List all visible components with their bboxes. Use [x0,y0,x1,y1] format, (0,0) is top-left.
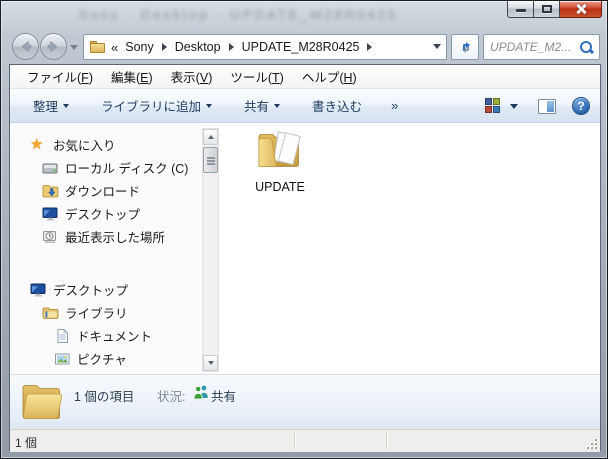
scroll-down-icon[interactable] [203,355,218,371]
command-toolbar: 整理 ライブラリに追加 共有 書き込む » ? [10,89,600,123]
sidebar-item-favorites[interactable]: ★ お気に入り [10,133,202,156]
share-button[interactable]: 共有 [235,91,289,120]
recent-pages-chevron-icon[interactable] [70,45,78,50]
shared-people-icon [193,384,210,399]
window-body: ファイル(F) 編集(E) 表示(V) ツール(T) ヘルプ(H) 整理 ライブ… [9,64,601,451]
title-bar[interactable]: Sony · Desktop · UPDATE_M28R0425 [1,1,607,29]
document-icon [54,328,71,344]
status-label: 状況: [157,386,185,405]
download-folder-icon [42,183,59,199]
minimize-icon [516,9,526,12]
sidebar-item-pictures[interactable]: ピクチャ [10,347,202,370]
toolbar-right-group: ? [485,89,590,123]
folder-with-files-icon [255,127,305,173]
address-folder-icon [90,41,105,53]
breadcrumb-item-sony[interactable]: Sony [120,40,159,54]
sidebar-item-libraries[interactable]: ライブラリ [10,301,202,324]
window-controls [507,1,602,18]
back-arrow-icon [13,34,38,59]
title-ghost-text: Sony · Desktop · UPDATE_M28R0425 [79,7,398,22]
menu-file[interactable]: ファイル(F) [18,64,102,89]
item-count-text: 1 個の項目 [74,386,134,405]
resize-grip[interactable] [586,438,598,450]
breadcrumb-item-desktop[interactable]: Desktop [170,40,226,54]
search-box [483,34,600,60]
breadcrumb-separator-icon[interactable] [367,43,372,51]
menu-help[interactable]: ヘルプ(H) [293,64,366,89]
scrollbar-thumb[interactable] [203,147,218,173]
menu-view[interactable]: 表示(V) [162,64,222,89]
status-value: 共有 [211,386,236,405]
current-folder-icon [17,379,67,425]
drive-icon [42,160,59,176]
recent-places-icon [42,229,59,245]
chevron-down-icon [206,104,212,108]
statusbar-item-count: 1 個 [15,434,37,451]
chevron-down-icon [63,104,69,108]
menu-tools[interactable]: ツール(T) [221,64,292,89]
status-bar: 1 個 [10,429,600,452]
refresh-icon [457,39,473,55]
scroll-up-icon[interactable] [203,129,218,145]
content-area: ★ お気に入り ローカル ディスク (C) ダウンロード [10,123,600,374]
star-icon: ★ [30,137,47,153]
libraries-icon [42,305,59,321]
address-bar[interactable]: « Sony Desktop UPDATE_M28R0425 [83,34,447,60]
navigation-bar: « Sony Desktop UPDATE_M28R0425 [1,29,607,65]
sidebar-group-gap [10,248,202,278]
toolbar-overflow-chevron[interactable]: » [385,94,404,117]
preview-pane-icon[interactable] [538,99,556,114]
navigation-pane: ★ お気に入り ローカル ディスク (C) ダウンロード [10,123,202,374]
statusbar-divider [294,432,295,450]
desktop-icon [30,282,47,298]
minimize-button[interactable] [507,1,534,18]
maximize-icon [542,5,552,13]
file-item-update-folder[interactable]: UPDATE [244,127,316,194]
back-button[interactable] [12,33,39,60]
forward-button[interactable] [40,33,67,60]
search-input[interactable] [484,40,579,54]
details-pane: 1 個の項目 状況: 共有 [10,374,600,429]
sidebar-item-documents[interactable]: ドキュメント [10,324,202,347]
breadcrumb-separator-icon[interactable] [162,43,167,51]
sidebar-item-desktop-tree[interactable]: デスクトップ [10,278,202,301]
menu-edit[interactable]: 編集(E) [102,64,162,89]
sidebar-item-local-disk[interactable]: ローカル ディスク (C) [10,156,202,179]
chevron-down-icon [274,104,280,108]
sidebar-scrollbar[interactable] [202,128,219,372]
breadcrumb-separator-icon[interactable] [229,43,234,51]
breadcrumb-item-current-folder[interactable]: UPDATE_M28R0425 [237,40,365,54]
statusbar-divider [386,432,387,450]
sidebar-item-desktop-favorite[interactable]: デスクトップ [10,202,202,225]
file-name-label: UPDATE [244,180,316,194]
maximize-button[interactable] [534,1,560,18]
desktop-icon [42,206,59,222]
organize-button[interactable]: 整理 [24,91,78,120]
address-dropdown-icon[interactable] [433,44,441,49]
refresh-button[interactable] [451,34,479,60]
help-icon[interactable]: ? [572,97,590,115]
change-view-icon[interactable] [485,98,502,114]
breadcrumb-overflow[interactable]: « [111,40,118,55]
burn-button[interactable]: 書き込む [303,91,371,120]
explorer-window: Sony · Desktop · UPDATE_M28R0425 « Sony … [0,0,608,459]
file-list-area[interactable]: UPDATE [220,123,600,374]
change-view-dropdown-icon[interactable] [510,104,518,109]
search-icon[interactable] [579,40,594,55]
forward-arrow-icon [41,34,66,59]
pictures-icon [54,351,71,367]
sidebar-item-downloads[interactable]: ダウンロード [10,179,202,202]
add-to-library-button[interactable]: ライブラリに追加 [92,91,221,120]
menu-bar: ファイル(F) 編集(E) 表示(V) ツール(T) ヘルプ(H) [10,65,600,89]
sidebar-item-recent-places[interactable]: 最近表示した場所 [10,225,202,248]
close-icon [575,3,587,15]
close-button[interactable] [560,1,602,18]
